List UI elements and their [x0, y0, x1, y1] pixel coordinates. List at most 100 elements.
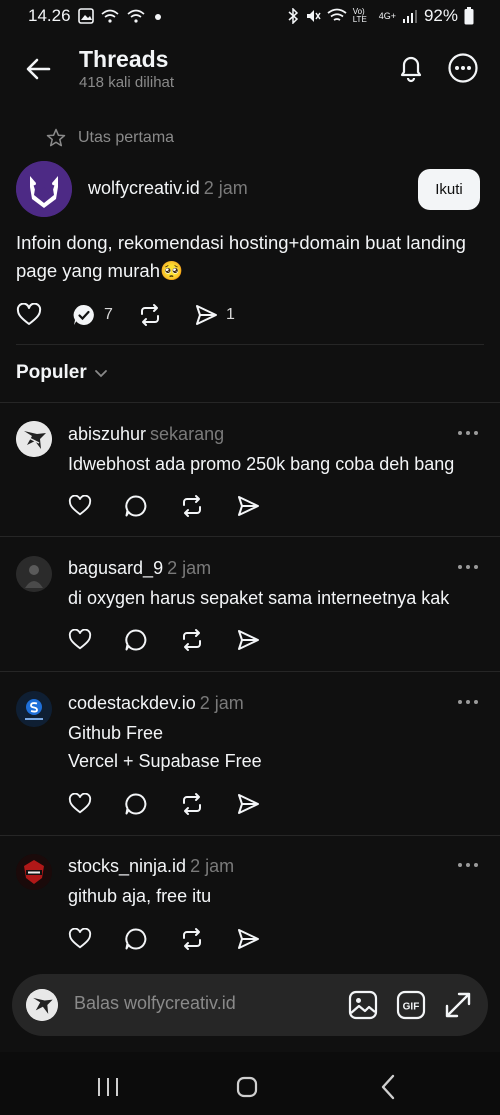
reply-more-button[interactable]	[456, 858, 480, 872]
avatar-sketch-icon	[16, 421, 52, 457]
reply-item: stocks_ninja.id 2 jam github aja, free it…	[0, 836, 500, 969]
bluetooth-icon	[287, 8, 299, 24]
expand-icon	[445, 992, 471, 1018]
repost-icon[interactable]	[180, 792, 204, 816]
system-back-button[interactable]	[380, 1074, 396, 1100]
comment-icon[interactable]	[124, 628, 148, 652]
send-icon[interactable]	[236, 792, 260, 816]
reply-avatar[interactable]	[16, 556, 52, 592]
reply-count: 7	[104, 306, 113, 323]
post-avatar[interactable]	[16, 161, 72, 217]
reply-username[interactable]: stocks_ninja.id	[68, 856, 186, 876]
reply-username[interactable]: bagusard_9	[68, 558, 163, 578]
header: Threads 418 kali dilihat	[0, 34, 500, 106]
reply-username[interactable]: abiszuhur	[68, 424, 146, 444]
gif-button[interactable]: GIF	[396, 990, 426, 1020]
comment-icon[interactable]	[124, 927, 148, 951]
home-button[interactable]	[236, 1076, 258, 1098]
heart-icon[interactable]	[68, 495, 92, 517]
share-button[interactable]: 1	[194, 303, 235, 327]
send-icon	[196, 305, 217, 325]
chevron-down-icon	[94, 370, 107, 378]
sort-dropdown[interactable]: Populer	[16, 362, 109, 384]
heart-icon[interactable]	[68, 629, 92, 651]
bell-icon	[400, 56, 422, 83]
reply-avatar[interactable]	[16, 421, 52, 457]
reply-avatar[interactable]	[16, 854, 52, 890]
heart-icon[interactable]	[68, 793, 92, 815]
wifi-call-icon	[100, 8, 120, 24]
reply-author[interactable]: stocks_ninja.id 2 jam	[68, 856, 234, 877]
reply-username[interactable]: codestackdev.io	[68, 693, 196, 713]
dot-icon	[152, 8, 164, 24]
wifi-icon	[327, 8, 347, 24]
status-bar: 14.26 Vo) LTE 4G+ 92%	[0, 0, 500, 34]
reply-actions	[68, 628, 260, 652]
reply-time: 2 jam	[167, 558, 212, 578]
sort-label[interactable]: Populer	[16, 362, 87, 384]
reply-actions	[68, 494, 260, 518]
repost-icon[interactable]	[180, 927, 204, 951]
share-count: 1	[226, 306, 235, 323]
first-thread-text: Utas pertama	[78, 129, 175, 146]
own-avatar	[26, 989, 58, 1021]
star-icon	[46, 128, 66, 147]
follow-button[interactable]: Ikuti	[418, 169, 480, 210]
reply-text-line: Vercel + Supabase Free	[68, 751, 262, 771]
attach-image-button[interactable]	[348, 990, 378, 1020]
ninja-logo-icon	[16, 854, 52, 890]
mute-icon	[305, 8, 321, 24]
ellipsis-icon	[458, 565, 478, 569]
post-username[interactable]: wolfycreativ.id	[88, 178, 200, 198]
avatar-sketch-icon	[26, 989, 58, 1021]
chevron-left-icon	[381, 1074, 395, 1100]
page-title: Threads	[79, 46, 169, 72]
like-button[interactable]	[16, 303, 72, 327]
replied-check-icon	[73, 304, 94, 325]
reply-input[interactable]	[74, 993, 314, 1014]
heart-icon	[16, 303, 42, 325]
repost-button[interactable]	[138, 303, 194, 327]
post-text: Infoin dong, rekomendasi hosting+domain …	[16, 232, 466, 281]
reply-more-button[interactable]	[456, 426, 480, 440]
post-actions: 7 1	[16, 302, 235, 328]
reply-text: github aja, free itu	[68, 886, 212, 906]
notifications-button[interactable]	[395, 52, 427, 84]
first-thread-label: Utas pertama	[46, 128, 174, 148]
back-button[interactable]	[24, 54, 54, 84]
heart-icon[interactable]	[68, 928, 92, 950]
reply-item: bagusard_9 2 jam di oxygen harus sepaket …	[0, 537, 500, 670]
reply-actions	[68, 927, 260, 951]
post-author[interactable]: wolfycreativ.id 2 jam	[88, 178, 248, 199]
recent-apps-button[interactable]	[96, 1076, 120, 1098]
repost-icon[interactable]	[180, 628, 204, 652]
back-arrow-icon	[26, 58, 51, 80]
ellipsis-icon	[458, 700, 478, 704]
reply-more-button[interactable]	[456, 560, 480, 574]
view-count: 418 kali dilihat	[79, 74, 175, 91]
repost-icon[interactable]	[180, 494, 204, 518]
reply-time: 2 jam	[190, 856, 235, 876]
more-options-button[interactable]	[447, 52, 479, 84]
reply-author[interactable]: abiszuhur sekarang	[68, 424, 224, 445]
volte-label: Vo) LTE	[352, 7, 367, 24]
reply-composer[interactable]: GIF	[12, 974, 488, 1036]
reply-avatar[interactable]	[16, 691, 52, 727]
send-icon[interactable]	[236, 628, 260, 652]
reply-author[interactable]: bagusard_9 2 jam	[68, 558, 211, 579]
network-label: 4G+	[378, 11, 396, 21]
reply-more-button[interactable]	[456, 695, 480, 709]
comment-icon[interactable]	[124, 494, 148, 518]
comment-icon[interactable]	[124, 792, 148, 816]
reply-text-line: Github Free	[68, 723, 164, 743]
reply-time: sekarang	[150, 424, 225, 444]
expand-button[interactable]	[443, 990, 473, 1020]
divider	[16, 344, 484, 345]
post-time: 2 jam	[203, 178, 248, 198]
reply-button[interactable]: 7	[72, 303, 138, 327]
send-icon[interactable]	[236, 927, 260, 951]
recent-apps-icon	[98, 1078, 118, 1096]
send-icon[interactable]	[236, 494, 260, 518]
reply-author[interactable]: codestackdev.io 2 jam	[68, 693, 244, 714]
more-circle-icon	[448, 53, 478, 83]
